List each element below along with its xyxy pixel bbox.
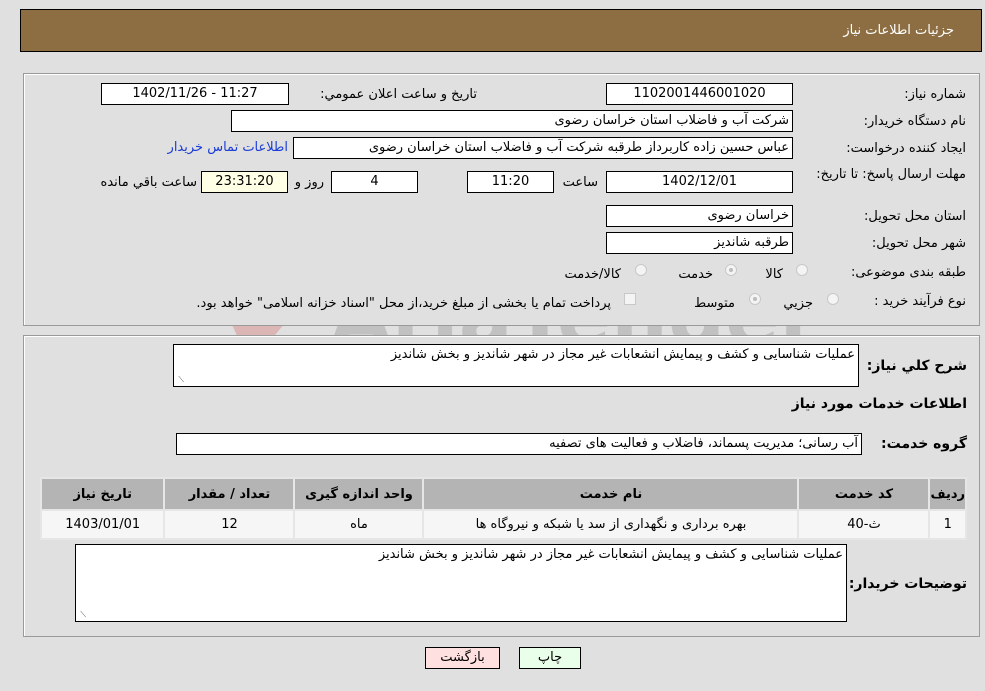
summary-text: عملیات شناسایی و کشف و پیمایش انشعابات غ… (390, 347, 855, 362)
service-group-label: گروه خدمت: (881, 436, 967, 452)
need-number-field[interactable]: 1102001446001020 (606, 83, 793, 105)
buyer-org-field[interactable]: شرکت آب و فاضلاب استان خراسان رضوی (231, 110, 793, 132)
col-service-code: کد خدمت (797, 477, 931, 511)
print-button[interactable]: چاپ (519, 647, 581, 669)
category-radio-goods-service[interactable] (635, 264, 647, 276)
back-button[interactable]: بازگشت (425, 647, 500, 669)
city-label: شهر محل تحویل: (871, 236, 966, 251)
process-radio-minor[interactable] (827, 293, 839, 305)
buyer-notes-text: عملیات شناسایی و کشف و پیمایش انشعابات غ… (378, 547, 843, 562)
category-radio-service[interactable] (725, 264, 737, 276)
category-option-service: خدمت (678, 267, 713, 282)
cell-row-number: 1 (928, 509, 967, 540)
process-option-minor: جزيي (783, 296, 813, 311)
service-group-field[interactable]: آب رسانی؛ مدیریت پسماند، فاضلاب و فعالیت… (176, 433, 862, 455)
col-row-number: ردیف (928, 477, 967, 511)
col-need-date: تاریخ نیاز (39, 477, 166, 511)
cell-need-date: 1403/01/01 (39, 509, 166, 540)
resize-grip-icon[interactable]: ⟋ (176, 376, 184, 384)
process-option-medium: متوسط (694, 296, 735, 311)
category-label: طبقه بندی موضوعی: (850, 265, 966, 280)
cell-service-code: ث-40 (797, 509, 931, 540)
deadline-time-field[interactable]: 11:20 (467, 171, 554, 193)
services-table: ردیف کد خدمت نام خدمت واحد اندازه گیری ت… (39, 477, 967, 540)
deadline-time-label: ساعت (562, 175, 598, 190)
category-radio-goods[interactable] (796, 264, 808, 276)
services-heading: اطلاعات خدمات مورد نیاز (791, 396, 967, 412)
process-label: نوع فرآیند خرید : (874, 294, 966, 309)
cell-unit: ماه (293, 509, 425, 540)
buyer-notes-textarea[interactable]: عملیات شناسایی و کشف و پیمایش انشعابات غ… (75, 544, 847, 622)
treasury-payment-checkbox[interactable] (624, 293, 636, 305)
need-number-label: شماره نیاز: (904, 87, 966, 102)
category-option-goods: کالا (765, 267, 783, 282)
province-field[interactable]: خراسان رضوی (606, 205, 793, 227)
category-option-goods-service: کالا/خدمت (564, 267, 621, 282)
summary-textarea[interactable]: عملیات شناسایی و کشف و پیمایش انشعابات غ… (173, 344, 859, 387)
deadline-label: مهلت ارسال پاسخ: تا تاریخ: (816, 167, 966, 182)
province-label: استان محل تحویل: (864, 209, 966, 224)
creator-field[interactable]: عباس حسین زاده کاربرداز طرقبه شرکت آب و … (293, 137, 793, 159)
summary-label: شرح کلي نیاز: (866, 358, 967, 374)
table-header-row: ردیف کد خدمت نام خدمت واحد اندازه گیری ت… (39, 477, 967, 511)
cell-service-name: بهره برداری و نگهداری از سد یا شبکه و نی… (422, 509, 800, 540)
city-field[interactable]: طرقبه شاندیز (606, 232, 793, 254)
col-quantity: تعداد / مقدار (163, 477, 296, 511)
table-row: 1 ث-40 بهره برداری و نگهداری از سد یا شب… (39, 509, 967, 540)
days-remaining-field[interactable]: 4 (331, 171, 418, 193)
remaining-time-field: 23:31:20 (201, 171, 288, 193)
cell-quantity: 12 (163, 509, 296, 540)
remaining-label: ساعت باقي مانده (100, 175, 197, 190)
col-service-name: نام خدمت (422, 477, 800, 511)
col-unit: واحد اندازه گیری (293, 477, 425, 511)
creator-label: ایجاد کننده درخواست: (846, 141, 966, 156)
announce-label: تاریخ و ساعت اعلان عمومي: (320, 87, 477, 102)
buyer-notes-label: توضیحات خریدار: (848, 576, 967, 592)
page-header: جزئیات اطلاعات نیاز (20, 9, 982, 52)
announce-field[interactable]: 1402/11/26 - 11:27 (101, 83, 289, 105)
payment-note: پرداخت تمام یا بخشی از مبلغ خرید،از محل … (196, 296, 611, 311)
deadline-date-field[interactable]: 1402/12/01 (606, 171, 793, 193)
page-title: جزئیات اطلاعات نیاز (843, 23, 954, 38)
buyer-org-label: نام دستگاه خریدار: (863, 114, 966, 129)
resize-grip-icon[interactable]: ⟋ (78, 611, 86, 619)
buyer-contact-link[interactable]: اطلاعات تماس خریدار (168, 140, 288, 155)
process-radio-medium[interactable] (749, 293, 761, 305)
days-label: روز و (294, 175, 324, 190)
